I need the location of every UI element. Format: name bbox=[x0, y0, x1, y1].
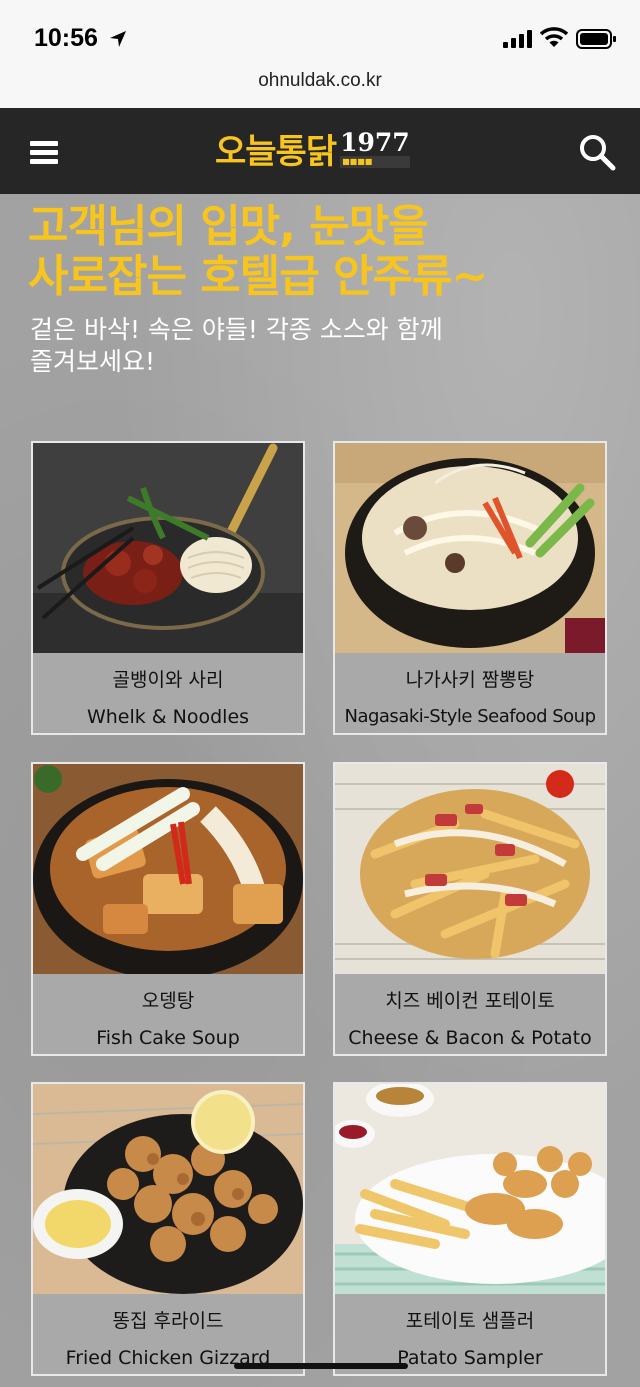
menu-photo bbox=[335, 1084, 605, 1294]
menu-photo bbox=[335, 764, 605, 974]
hero-subline-line2: 즐겨보세요! bbox=[30, 347, 156, 376]
hero-subline-line1: 겉은 바삭! 속은 야들! 각종 소스와 함께 bbox=[30, 315, 443, 344]
menu-photo bbox=[33, 764, 303, 974]
menu-name-korean: 오뎅탕 bbox=[141, 990, 195, 1012]
menu-name-korean: 똥집 후라이드 bbox=[112, 1310, 224, 1332]
menu-card-whelk-noodles[interactable]: 골뱅이와 사리 Whelk & Noodles bbox=[31, 441, 305, 735]
menu-card-fried-chicken-gizzard[interactable]: 똥집 후라이드 Fried Chicken Gizzard bbox=[31, 1082, 305, 1376]
signal-icon bbox=[503, 30, 532, 48]
menu-photo bbox=[33, 443, 303, 653]
home-indicator[interactable] bbox=[234, 1363, 408, 1369]
hero-headline-line2: 사로잡는 호텔급 안주류~ bbox=[28, 251, 488, 302]
menu-name-korean: 포테이토 샘플러 bbox=[405, 1310, 535, 1332]
location-arrow-icon bbox=[110, 31, 126, 47]
menu-name-english: Whelk & Noodles bbox=[86, 706, 250, 728]
menu-name-korean: 나가사키 짬뽕탕 bbox=[405, 669, 535, 691]
logo-korean: 오늘통닭 bbox=[215, 132, 337, 172]
status-bar: 10:56 ohnuldak.co.kr bbox=[0, 0, 640, 108]
hero-headline: 고객님의 입맛, 눈맛을 사로잡는 호텔급 안주류~ bbox=[28, 201, 488, 302]
logo-year: 1977 bbox=[340, 128, 410, 157]
status-time: 10:56 bbox=[34, 24, 98, 52]
battery-icon bbox=[576, 29, 616, 49]
menu-photo bbox=[335, 443, 605, 653]
search-icon[interactable] bbox=[578, 133, 616, 171]
site-header: 오늘통닭 1977 ■■■■ bbox=[0, 108, 640, 194]
menu-name-korean: 치즈 베이컨 포테이토 bbox=[385, 990, 555, 1012]
hero-headline-line1: 고객님의 입맛, 눈맛을 bbox=[28, 201, 429, 252]
menu-photo bbox=[33, 1084, 303, 1294]
menu-name-english: Nagasaki-Style Seafood Soup bbox=[344, 706, 596, 727]
hero-subline: 겉은 바삭! 속은 야들! 각종 소스와 함께 즐겨보세요! bbox=[30, 314, 490, 378]
menu-name-english: Fish Cake Soup bbox=[96, 1027, 240, 1049]
menu-name-english: Cheese & Bacon & Potato bbox=[348, 1027, 592, 1049]
menu-card-cheese-bacon-potato[interactable]: 치즈 베이컨 포테이토 Cheese & Bacon & Potato bbox=[333, 762, 607, 1056]
hamburger-menu-icon[interactable] bbox=[30, 141, 58, 165]
menu-card-fish-cake-soup[interactable]: 오뎅탕 Fish Cake Soup bbox=[31, 762, 305, 1056]
menu-card-potato-sampler[interactable]: 포테이토 샘플러 Patato Sampler bbox=[333, 1082, 607, 1376]
logo-tagline-graphic: ■■■■ bbox=[340, 156, 410, 168]
menu-card-nagasaki-soup[interactable]: 나가사키 짬뽕탕 Nagasaki-Style Seafood Soup bbox=[333, 441, 607, 735]
wifi-icon bbox=[540, 27, 568, 47]
site-logo[interactable]: 오늘통닭 1977 ■■■■ bbox=[215, 130, 410, 176]
address-bar-url[interactable]: ohnuldak.co.kr bbox=[0, 70, 640, 92]
menu-name-korean: 골뱅이와 사리 bbox=[112, 669, 224, 691]
